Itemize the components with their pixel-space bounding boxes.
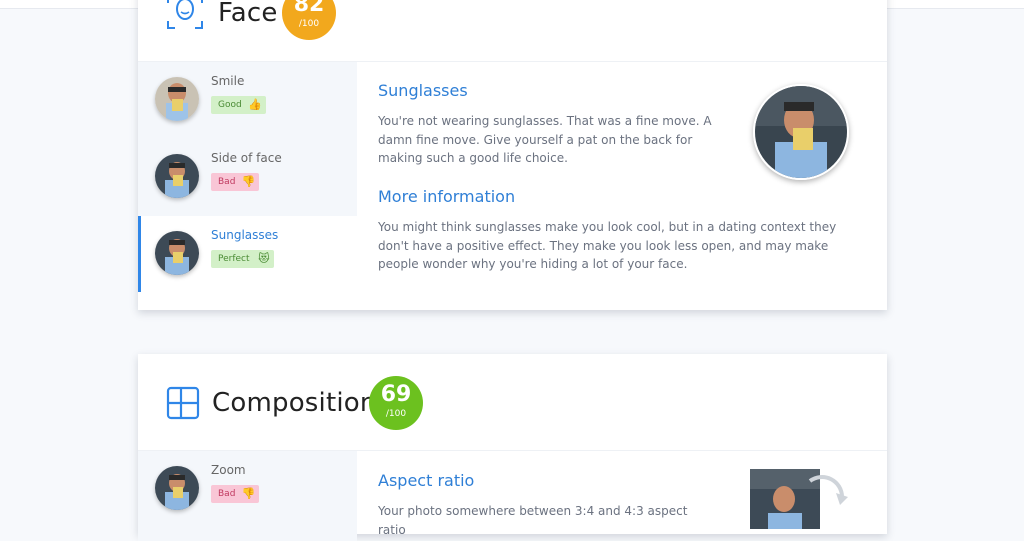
composition-score-badge: 69 /100 xyxy=(369,376,423,430)
face-score-denominator: /100 xyxy=(298,19,320,29)
avatar xyxy=(155,154,199,198)
face-score-badge: 82 /100 xyxy=(282,0,336,40)
sidebar-item-label: Sunglasses xyxy=(211,228,279,242)
more-info-text: You might think sunglasses make you look… xyxy=(378,220,837,271)
status-badge: Bad 👎 xyxy=(211,173,260,191)
more-info-heading: More information xyxy=(378,187,516,206)
badge-label: Bad xyxy=(218,177,236,187)
face-scan-icon xyxy=(167,0,203,29)
composition-score-denominator: /100 xyxy=(385,409,407,419)
face-score-value: 82 xyxy=(293,0,325,17)
layout-grid-icon xyxy=(166,386,200,420)
composition-score-value: 69 xyxy=(380,382,412,407)
sidebar-item-side-of-face[interactable]: Side of face Bad 👎 xyxy=(138,139,357,215)
composition-section-card: Composition 69 /100 Zoom Bad 👎 Aspect ra… xyxy=(138,354,887,541)
thumbs-up-icon: 👍 xyxy=(248,98,262,111)
status-badge: Good 👍 xyxy=(211,96,266,114)
heart-eyes-cat-icon: 😻 xyxy=(258,252,270,265)
detail-heading: Aspect ratio xyxy=(378,471,475,490)
avatar xyxy=(155,77,199,121)
composition-section-title: Composition xyxy=(212,388,377,418)
sidebar-item-label: Smile xyxy=(211,74,245,88)
sidebar-item-sunglasses[interactable]: Sunglasses Perfect 😻 xyxy=(138,216,357,292)
status-badge: Bad 👎 xyxy=(211,485,260,503)
sidebar-item-label: Zoom xyxy=(211,463,246,477)
thumbs-down-icon: 👎 xyxy=(241,175,256,188)
face-section-title: Face xyxy=(218,0,278,28)
face-sidebar: Smile Good 👍 Side of face Bad 👎 Sunglass… xyxy=(138,62,357,292)
aspect-ratio-preview xyxy=(750,469,850,529)
detail-heading: Sunglasses xyxy=(378,81,468,100)
sidebar-item-label: Side of face xyxy=(211,151,282,165)
sidebar-item-zoom[interactable]: Zoom Bad 👎 xyxy=(138,451,357,527)
composition-sidebar: Zoom Bad 👎 xyxy=(138,451,357,541)
thumbs-down-icon: 👎 xyxy=(241,487,256,500)
status-badge: Perfect 😻 xyxy=(211,250,274,268)
detail-text: You're not wearing sunglasses. That was … xyxy=(378,114,712,165)
sidebar-item-smile[interactable]: Smile Good 👍 xyxy=(138,62,357,138)
badge-label: Perfect xyxy=(218,254,250,264)
detail-text: Your photo somewhere between 3:4 and 4:3… xyxy=(378,504,688,537)
profile-photo xyxy=(753,84,849,180)
avatar xyxy=(155,466,199,510)
avatar xyxy=(155,231,199,275)
badge-label: Bad xyxy=(218,489,236,499)
face-section-card: Face 82 /100 Smile Good 👍 Side of face B… xyxy=(138,0,887,310)
badge-label: Good xyxy=(218,100,242,110)
